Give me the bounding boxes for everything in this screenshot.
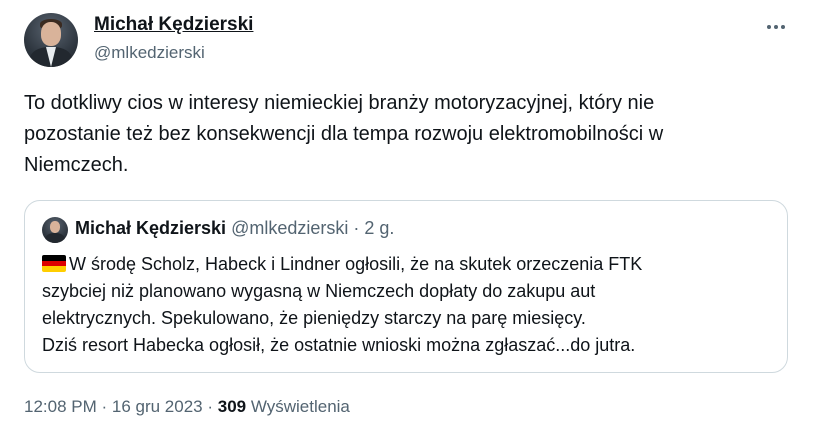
- quoted-text: W środę Scholz, Habeck i Lindner ogłosil…: [42, 254, 643, 355]
- more-dots-icon[interactable]: [762, 16, 790, 38]
- quoted-text-block: W środę Scholz, Habeck i Lindner ogłosil…: [42, 251, 777, 359]
- quoted-author-name[interactable]: Michał Kędzierski: [75, 218, 226, 238]
- author-handle[interactable]: @mlkedzierski: [94, 43, 205, 63]
- flag-stripe-gold: [42, 266, 66, 272]
- meta-separator-1: ·: [96, 397, 112, 416]
- quoted-header: Michał Kędzierski @mlkedzierski · 2 g.: [75, 218, 394, 239]
- quoted-author-handle[interactable]: @mlkedzierski: [231, 218, 348, 238]
- author-name[interactable]: Michał Kędzierski: [94, 14, 253, 36]
- quoted-time[interactable]: 2 g.: [364, 218, 394, 238]
- views-count: 309: [217, 397, 247, 416]
- tweet-meta: 12:08 PM · 16 gru 2023 · 309 Wyświetleni…: [24, 397, 350, 417]
- meta-separator-2: ·: [202, 397, 218, 416]
- views-label: Wyświetlenia: [250, 397, 350, 416]
- tweet-text: To dotkliwy cios w interesy niemieckiej …: [24, 92, 664, 176]
- germany-flag-icon: [42, 255, 66, 272]
- quoted-separator: ·: [348, 218, 365, 238]
- tweet: Michał Kędzierski @mlkedzierski To dotkl…: [0, 0, 822, 437]
- author-avatar[interactable]: [24, 13, 78, 67]
- tweet-date[interactable]: 16 gru 2023: [112, 397, 203, 416]
- quoted-tweet[interactable]: Michał Kędzierski @mlkedzierski · 2 g. W…: [24, 200, 788, 373]
- quoted-author-avatar[interactable]: [42, 217, 68, 243]
- tweet-time[interactable]: 12:08 PM: [24, 397, 97, 416]
